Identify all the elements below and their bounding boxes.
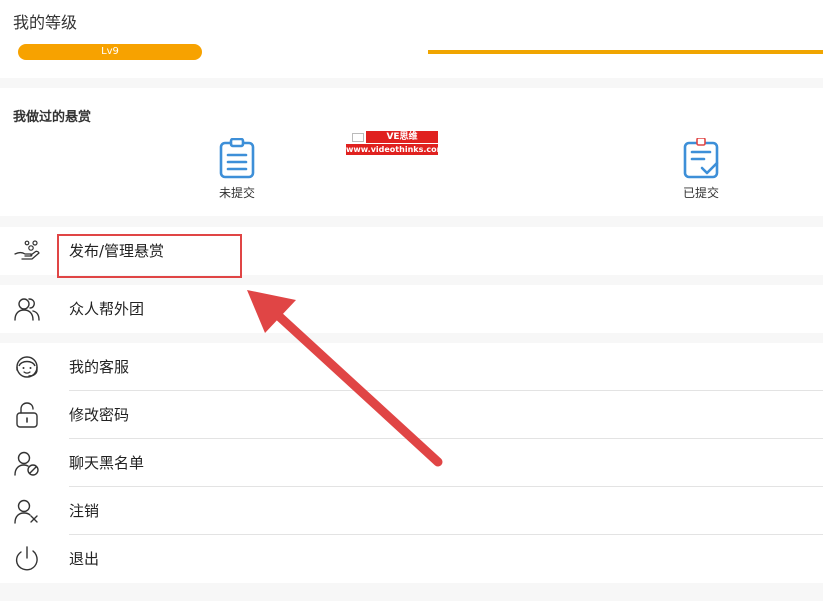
level-divider-line: [428, 50, 823, 54]
level-section: 我的等级 Lv9: [0, 0, 823, 78]
menu-item-service-label: 我的客服: [69, 358, 130, 376]
level-title: 我的等级: [13, 13, 78, 32]
watermark: VE思维 www.videothinks.com: [346, 131, 445, 156]
level-progress-bar: Lv9: [18, 44, 202, 60]
clipboard-list-icon: [219, 138, 255, 179]
menu-item-blacklist[interactable]: 聊天黑名单: [0, 439, 823, 487]
watermark-brand: VE思维: [366, 131, 438, 143]
bounty-unsubmitted-button[interactable]: 未提交: [207, 138, 267, 203]
hand-coins-icon: [14, 240, 40, 260]
menu-item-service[interactable]: 我的客服: [0, 343, 823, 391]
watermark-url: www.videothinks.com: [346, 144, 445, 155]
level-badge: Lv9: [101, 46, 119, 57]
highlight-box: [57, 234, 242, 278]
menu-item-cancel-label: 注销: [69, 502, 100, 520]
customer-service-icon: [16, 356, 38, 378]
user-remove-icon: [14, 499, 38, 524]
lock-icon: [16, 402, 38, 428]
watermark-box-icon: [352, 133, 364, 142]
clipboard-check-icon: [683, 138, 719, 179]
menu-group-team: 众人帮外团: [0, 285, 823, 333]
menu-item-blacklist-label: 聊天黑名单: [69, 454, 145, 472]
menu-item-logout[interactable]: 退出: [0, 535, 823, 583]
menu-group-settings: 我的客服 修改密码 聊天黑名单 注销 退出: [0, 343, 823, 583]
bounty-section-title: 我做过的悬赏: [13, 110, 92, 125]
menu-item-password[interactable]: 修改密码: [0, 391, 823, 439]
menu-item-team[interactable]: 众人帮外团: [0, 285, 823, 333]
bounty-submitted-label: 已提交: [682, 186, 719, 200]
bounty-unsubmitted-label: 未提交: [218, 186, 255, 200]
power-icon: [15, 546, 38, 571]
menu-item-cancel-account[interactable]: 注销: [0, 487, 823, 535]
bounty-submitted-button[interactable]: 已提交: [671, 138, 731, 203]
menu-item-logout-label: 退出: [69, 550, 100, 568]
menu-item-password-label: 修改密码: [69, 406, 130, 424]
menu-item-team-label: 众人帮外团: [69, 300, 145, 318]
users-icon: [14, 298, 40, 321]
user-block-icon: [14, 451, 39, 476]
